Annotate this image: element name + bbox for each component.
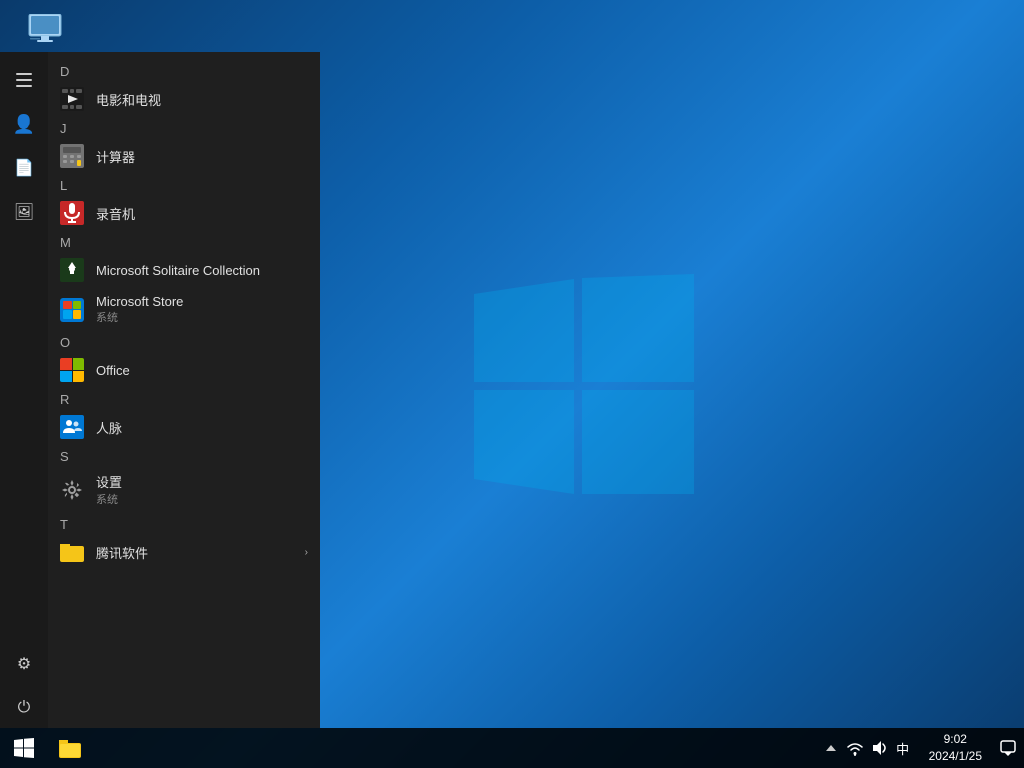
app-item-settings[interactable]: 设置 系统: [48, 466, 320, 513]
windows-logo-icon: [14, 738, 34, 758]
section-header-d: D: [48, 60, 320, 81]
windows-logo-watermark: [474, 274, 694, 494]
app-item-recorder[interactable]: 录音机: [48, 195, 320, 231]
volume-icon: [870, 739, 888, 757]
settings-info: 设置 系统: [96, 472, 122, 507]
hamburger-icon: [16, 73, 32, 87]
documents-button[interactable]: 📄: [4, 148, 44, 188]
tencent-folder-icon: [60, 540, 84, 564]
power-icon: ⏻: [18, 699, 31, 717]
people-icon: [60, 415, 84, 439]
app-list-panel: D 电影和电视 J: [48, 52, 320, 728]
app-item-people[interactable]: 人脉: [48, 409, 320, 445]
app-item-solitaire[interactable]: Microsoft Solitaire Collection: [48, 252, 320, 288]
desktop: 此电脑 👤 📄 🖼: [0, 0, 1024, 768]
ime-tray-icon[interactable]: 中: [893, 738, 913, 758]
app-item-film-tv[interactable]: 电影和电视: [48, 81, 320, 117]
recorder-label: 录音机: [96, 204, 135, 223]
user-icon: 👤: [13, 114, 35, 135]
section-header-o: O: [48, 331, 320, 352]
app-item-store[interactable]: Microsoft Store 系统: [48, 288, 320, 331]
calculator-label: 计算器: [96, 147, 135, 166]
user-profile-button[interactable]: 👤: [4, 104, 44, 144]
store-info: Microsoft Store 系统: [96, 294, 183, 325]
section-header-m: M: [48, 231, 320, 252]
store-sub: 系统: [96, 309, 183, 325]
photos-icon: 🖼: [14, 202, 34, 222]
taskbar-left: [0, 728, 92, 768]
taskbar-pinned: [48, 728, 92, 768]
taskbar-file-explorer[interactable]: [48, 728, 92, 768]
hamburger-button[interactable]: [4, 60, 44, 100]
taskbar: 中 9:02 2024/1/25: [0, 728, 1024, 768]
app-item-tencent[interactable]: 腾讯软件 ›: [48, 534, 320, 570]
notification-button[interactable]: [992, 728, 1024, 768]
settings-sidebar-icon: ⚙: [17, 654, 31, 674]
clock-time: 9:02: [944, 731, 967, 748]
section-header-s: S: [48, 445, 320, 466]
settings-sidebar-button[interactable]: ⚙: [4, 644, 44, 684]
office-label: Office: [96, 363, 130, 378]
store-icon-el: [60, 298, 84, 322]
tencent-label: 腾讯软件: [96, 543, 148, 562]
section-header-l: L: [48, 174, 320, 195]
section-header-r: R: [48, 388, 320, 409]
notification-icon: [1000, 740, 1016, 756]
app-item-office[interactable]: Office: [48, 352, 320, 388]
clock-area[interactable]: 9:02 2024/1/25: [921, 728, 990, 768]
section-header-t: T: [48, 513, 320, 534]
ime-label: 中: [896, 739, 909, 758]
system-tray: 中: [815, 728, 919, 768]
start-sidebar: 👤 📄 🖼 ⚙ ⏻: [0, 52, 48, 728]
start-button[interactable]: [0, 728, 48, 768]
people-label: 人脉: [96, 418, 122, 437]
expand-arrow-icon: ›: [305, 547, 308, 558]
settings-sub: 系统: [96, 491, 122, 507]
store-label: Microsoft Store: [96, 294, 183, 309]
start-menu: 👤 📄 🖼 ⚙ ⏻ D: [0, 52, 320, 728]
clock-date: 2024/1/25: [929, 748, 982, 765]
app-item-calculator[interactable]: 计算器: [48, 138, 320, 174]
power-button[interactable]: ⏻: [4, 688, 44, 728]
film-tv-icon: [60, 87, 84, 111]
network-tray-icon[interactable]: [845, 738, 865, 758]
volume-tray-icon[interactable]: [869, 738, 889, 758]
office-icon-el: [60, 358, 84, 382]
calculator-icon: [60, 144, 84, 168]
section-header-j: J: [48, 117, 320, 138]
network-icon: [846, 739, 864, 757]
settings-icon-el: [60, 478, 84, 502]
chevron-up-icon: [826, 744, 836, 752]
solitaire-icon: [60, 258, 84, 282]
solitaire-label: Microsoft Solitaire Collection: [96, 263, 260, 278]
document-icon: 📄: [14, 158, 34, 178]
tray-expand-button[interactable]: [821, 738, 841, 758]
file-explorer-icon: [59, 738, 81, 758]
film-tv-label: 电影和电视: [96, 90, 161, 109]
photos-button[interactable]: 🖼: [4, 192, 44, 232]
this-pc-icon: [27, 14, 63, 52]
recorder-icon: [60, 201, 84, 225]
taskbar-right: 中 9:02 2024/1/25: [815, 728, 1024, 768]
settings-label: 设置: [96, 472, 122, 491]
